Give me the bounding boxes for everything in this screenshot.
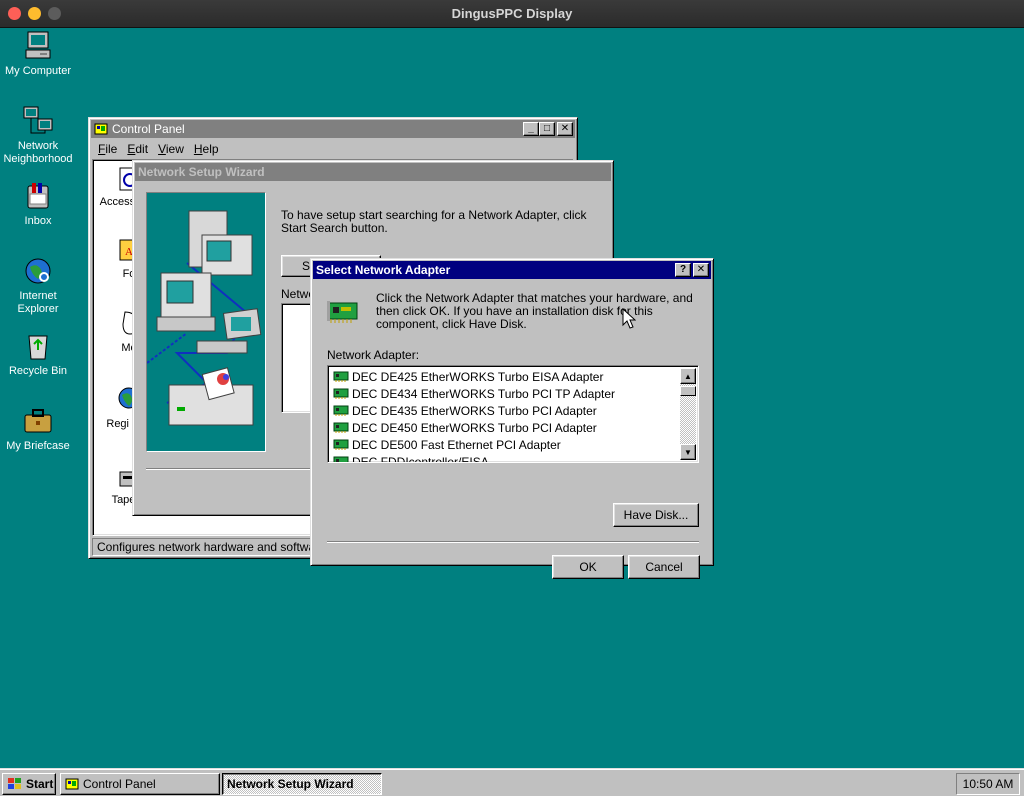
scroll-down-button[interactable]: ▼ (680, 444, 696, 460)
adapter-list-item[interactable]: DEC DE500 Fast Ethernet PCI Adapter (330, 436, 680, 453)
close-button[interactable]: ✕ (693, 263, 709, 277)
adapter-list-rows: DEC DE425 EtherWORKS Turbo EISA Adapter D… (330, 368, 680, 463)
network-card-icon (333, 439, 349, 450)
adapter-list-label: Network Adapter: (327, 348, 420, 362)
start-search-button-label: S (302, 259, 311, 273)
dialog-titlebar: Select Network Adapter ? ✕ (313, 261, 711, 279)
menu-edit[interactable]: Edit (122, 140, 153, 158)
network-card-icon (333, 405, 349, 416)
desktop-icon-internet-explorer[interactable]: Internet Explorer (0, 255, 76, 316)
dialog-title: Select Network Adapter (316, 263, 451, 277)
wizard-instruction: To have setup start searching for a Netw… (281, 208, 587, 235)
start-label: Start (26, 777, 54, 791)
host-titlebar: DingusPPC Display (0, 0, 1024, 28)
taskbar-item-label: Network Setup Wizard (227, 777, 354, 791)
adapter-list-item[interactable]: DEC DE434 EtherWORKS Turbo PCI TP Adapte… (330, 385, 680, 402)
adapter-name: DEC DE435 EtherWORKS Turbo PCI Adapter (352, 403, 597, 418)
adapter-list-item[interactable]: DEC DE450 EtherWORKS Turbo PCI Adapter (330, 419, 680, 436)
maximize-button[interactable]: □ (539, 122, 555, 136)
network-card-icon (327, 301, 358, 323)
control-panel-icon (94, 123, 108, 135)
recycle-bin-icon (28, 335, 48, 360)
menu-view[interactable]: View (153, 140, 189, 158)
adapter-list[interactable]: DEC DE425 EtherWORKS Turbo EISA Adapter D… (327, 365, 699, 463)
computer-icon (25, 31, 51, 59)
network-card-icon (333, 422, 349, 433)
dialog-instruction: Click the Network Adapter that matches y… (376, 291, 693, 331)
have-disk-button[interactable]: Have Disk... (613, 503, 699, 527)
desktop-icon-label: Network Neighborhood (3, 140, 73, 165)
briefcase-icon (24, 409, 52, 433)
select-network-adapter-dialog: Select Network Adapter ? ✕ Click the Net… (310, 258, 714, 579)
desktop-icon-my-briefcase[interactable]: My Briefcase (0, 405, 76, 453)
desktop-icon-network-neighborhood[interactable]: Network Neighborhood (0, 105, 76, 166)
menu-file[interactable]: File (93, 140, 122, 158)
network-card-icon (333, 456, 349, 462)
network-card-icon (333, 371, 349, 382)
menu-help[interactable]: Help (189, 140, 224, 158)
desktop-icon-recycle-bin[interactable]: Recycle Bin (0, 330, 76, 378)
control-panel-title: Control Panel (112, 122, 185, 136)
wizard-divider (146, 468, 316, 470)
control-panel-icon (65, 778, 79, 790)
adapter-name: DEC FDDIcontroller/EISA (352, 454, 489, 463)
ok-button[interactable]: OK (552, 555, 624, 579)
cancel-button[interactable]: Cancel (628, 555, 700, 579)
scroll-thumb[interactable] (680, 386, 696, 396)
wizard-illustration (146, 192, 266, 452)
mouse-cursor-icon (622, 308, 636, 329)
desktop-icon-label: My Computer (4, 65, 72, 77)
desktop-icon-inbox[interactable]: Inbox (0, 180, 76, 228)
taskbar: Start Control Panel Network Setup Wizard… (0, 768, 1024, 796)
desktop-icon-label: My Briefcase (6, 440, 70, 452)
system-tray-clock[interactable]: 10:50 AM (956, 773, 1020, 795)
desktop-icon-label: Recycle Bin (8, 365, 68, 377)
windows-logo-icon (8, 778, 21, 789)
network-card-icon (333, 388, 349, 399)
inbox-icon (27, 183, 49, 209)
adapter-name: DEC DE450 EtherWORKS Turbo PCI Adapter (352, 420, 597, 435)
adapter-list-scrollbar[interactable]: ▲ ▼ (680, 368, 696, 460)
desktop-icon-label: Inbox (24, 215, 52, 227)
network-icon (23, 106, 53, 134)
adapter-list-item[interactable]: DEC DE435 EtherWORKS Turbo PCI Adapter (330, 402, 680, 419)
adapter-list-item[interactable]: DEC FDDIcontroller/EISA (330, 453, 680, 463)
control-panel-menubar: File Edit View Help (93, 140, 224, 158)
adapter-name: DEC DE434 EtherWORKS Turbo PCI TP Adapte… (352, 386, 616, 401)
close-button[interactable]: ✕ (557, 122, 573, 136)
start-button[interactable]: Start (2, 773, 56, 795)
host-title: DingusPPC Display (451, 6, 573, 21)
taskbar-item-label: Control Panel (83, 777, 156, 791)
minimize-button[interactable]: _ (523, 122, 539, 136)
network-illustration-icon (146, 210, 262, 426)
desktop-icon-my-computer[interactable]: My Computer (0, 30, 76, 78)
wizard-titlebar: Network Setup Wizard (135, 163, 611, 181)
dialog-divider (327, 541, 699, 543)
globe-icon (25, 258, 51, 284)
scroll-up-button[interactable]: ▲ (680, 368, 696, 384)
taskbar-control-panel[interactable]: Control Panel (60, 773, 220, 795)
desktop: My Computer Network Neighborhood Inbox I… (0, 28, 1024, 768)
adapter-list-item[interactable]: DEC DE425 EtherWORKS Turbo EISA Adapter (330, 368, 680, 385)
taskbar-network-setup-wizard[interactable]: Network Setup Wizard (222, 773, 382, 795)
adapter-name: DEC DE500 Fast Ethernet PCI Adapter (352, 437, 561, 452)
help-button[interactable]: ? (675, 263, 691, 277)
wizard-title: Network Setup Wizard (138, 165, 265, 179)
status-text: Configures network hardware and software (97, 540, 326, 554)
adapter-name: DEC DE425 EtherWORKS Turbo EISA Adapter (352, 369, 604, 384)
control-panel-titlebar: Control Panel _ □ ✕ (91, 120, 575, 138)
clock: 10:50 AM (962, 777, 1014, 791)
desktop-icon-label: Internet Explorer (17, 290, 59, 315)
